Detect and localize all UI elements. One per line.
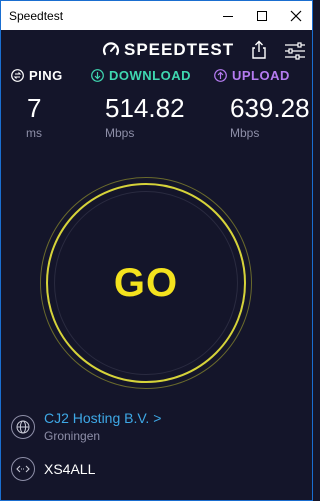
upload-value: 639.28 — [230, 93, 310, 123]
window-title: Speedtest — [9, 9, 64, 23]
ping-label: PING — [29, 68, 63, 83]
speedometer-logo-icon — [102, 42, 120, 56]
ping-value: 7 — [27, 93, 42, 123]
close-button[interactable] — [279, 1, 313, 31]
share-icon — [252, 40, 266, 59]
app-header: SPEEDTEST — [1, 30, 314, 70]
isp-info: XS4ALL — [11, 457, 95, 481]
upload-header: UPLOAD — [214, 68, 310, 83]
globe-icon — [11, 414, 35, 439]
ping-header: PING — [11, 68, 63, 83]
download-metric: DOWNLOAD 514.82 Mbps — [91, 68, 191, 140]
download-label: DOWNLOAD — [109, 68, 191, 83]
speedtest-app: SPEEDTEST PING 7 ms DOWNLOAD 514.82 Mbps… — [0, 30, 313, 501]
download-arrow-icon — [91, 69, 104, 82]
minimize-button[interactable] — [211, 1, 245, 31]
upload-arrow-icon — [214, 69, 227, 82]
settings-sliders-icon — [285, 42, 305, 60]
share-button[interactable] — [250, 40, 268, 60]
ping-unit: ms — [26, 126, 42, 140]
download-header: DOWNLOAD — [91, 68, 191, 83]
upload-label: UPLOAD — [232, 68, 290, 83]
connection-icon — [11, 457, 35, 481]
go-label: GO — [113, 260, 179, 305]
close-icon — [290, 10, 302, 22]
download-value: 514.82 — [105, 93, 185, 123]
server-location: Groningen — [44, 429, 101, 443]
window-titlebar: Speedtest — [0, 0, 313, 30]
maximize-icon — [257, 11, 267, 21]
isp-name: XS4ALL — [44, 461, 96, 477]
speedtest-logo: SPEEDTEST — [102, 40, 234, 60]
server-selector[interactable]: CJ2 Hosting B.V. > Groningen — [11, 410, 161, 443]
settings-button[interactable] — [284, 42, 306, 60]
minimize-icon — [223, 16, 233, 17]
go-button-inner-ring: GO — [54, 191, 238, 375]
upload-unit: Mbps — [230, 126, 260, 140]
logo-text: SPEEDTEST — [124, 40, 235, 59]
maximize-button[interactable] — [245, 1, 279, 31]
download-unit: Mbps — [105, 126, 135, 140]
server-host-link[interactable]: CJ2 Hosting B.V. > — [44, 410, 161, 426]
upload-metric: UPLOAD 639.28 Mbps — [214, 68, 310, 140]
go-button[interactable]: GO — [46, 183, 246, 383]
ping-icon — [11, 69, 24, 82]
ping-metric: PING 7 ms — [11, 68, 63, 140]
